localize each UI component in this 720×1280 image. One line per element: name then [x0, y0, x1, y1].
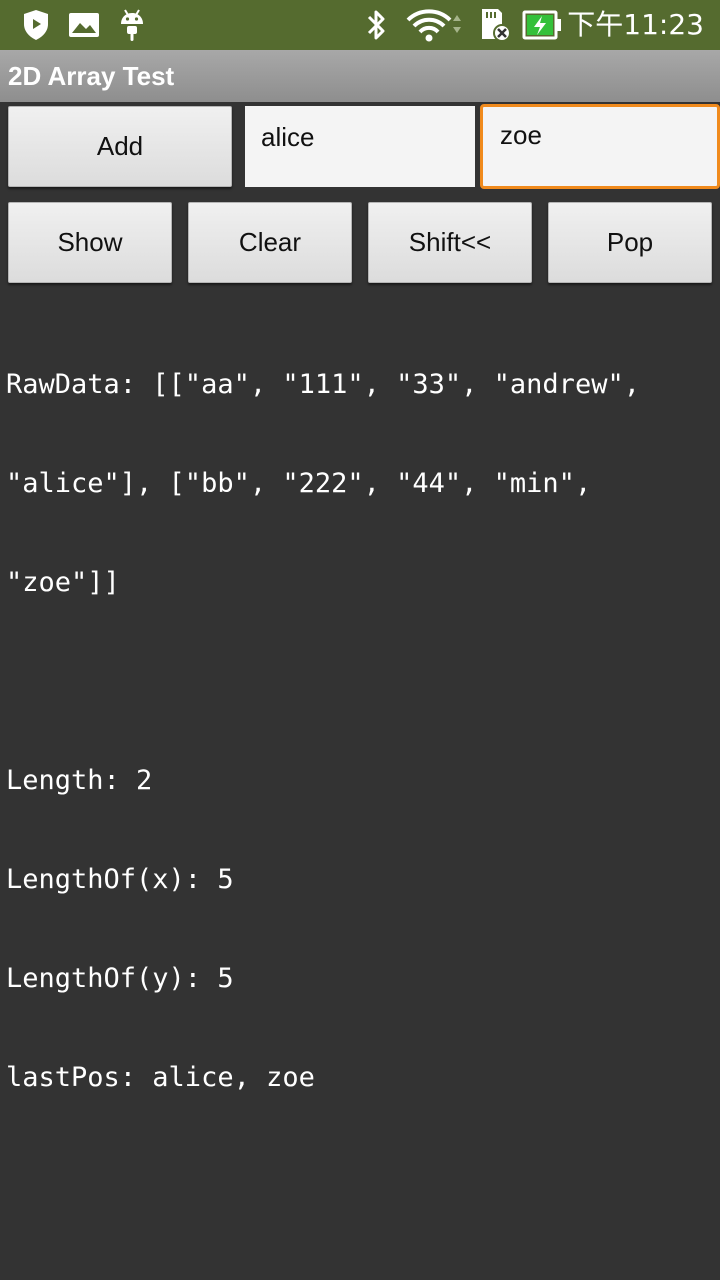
action-bar: 2D Array Test — [0, 50, 720, 102]
output-text: RawData: [["aa", "111", "33", "andrew", … — [6, 302, 706, 1127]
status-time: 下午11:23 — [567, 8, 704, 41]
x-input-field[interactable]: alice — [245, 106, 475, 187]
clear-button[interactable]: Clear — [188, 202, 352, 283]
battery-charging-icon — [522, 10, 564, 45]
raw-data-line-3: "zoe"]] — [6, 567, 120, 598]
status-bar: 下午11:23 — [0, 0, 720, 50]
length-x-line: LengthOf(x): 5 — [6, 864, 234, 895]
wifi-icon — [406, 8, 464, 47]
add-button[interactable]: Add — [8, 106, 232, 187]
bluetooth-icon — [364, 8, 390, 47]
length-line: Length: 2 — [6, 765, 153, 796]
show-button[interactable]: Show — [8, 202, 172, 283]
length-y-line: LengthOf(y): 5 — [6, 963, 234, 994]
pop-button[interactable]: Pop — [548, 202, 712, 283]
image-icon — [68, 12, 100, 43]
app-title: 2D Array Test — [8, 61, 175, 91]
raw-data-line-1: RawData: [["aa", "111", "33", "andrew", — [6, 369, 640, 400]
shield-icon — [22, 9, 50, 46]
raw-data-line-2: "alice"], ["bb", "222", "44", "min", — [6, 468, 592, 499]
y-input-field[interactable]: zoe — [480, 104, 720, 189]
android-icon — [118, 8, 146, 47]
sd-card-icon — [476, 7, 512, 48]
last-pos-line: lastPos: alice, zoe — [6, 1062, 315, 1093]
shift-left-button[interactable]: Shift<< — [368, 202, 532, 283]
